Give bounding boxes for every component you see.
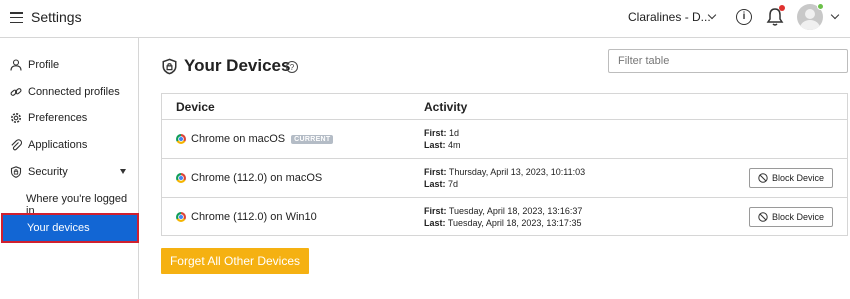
- chrome-icon: [176, 173, 186, 183]
- table-row: Chrome on macOS CURRENT First: 1d Last: …: [162, 119, 847, 158]
- online-status-dot: [817, 3, 824, 10]
- last-label: Last:: [424, 140, 446, 150]
- account-switcher[interactable]: Claralines - D...: [628, 10, 711, 24]
- devices-table: Device Activity Chrome on macOS CURRENT …: [161, 93, 848, 236]
- column-header-device: Device: [176, 100, 215, 114]
- block-icon: [758, 173, 768, 183]
- last-seen: 7d: [448, 179, 459, 189]
- current-badge: CURRENT: [291, 134, 334, 144]
- block-device-label: Block Device: [771, 212, 825, 222]
- first-label: First:: [424, 206, 447, 216]
- top-bar: Settings Claralines - D... i: [0, 0, 850, 38]
- shield-icon: [162, 58, 177, 75]
- device-cell: Chrome (112.0) on macOS: [176, 172, 322, 184]
- activity-cell: First: Tuesday, April 18, 2023, 13:16:37…: [424, 205, 582, 229]
- block-device-button[interactable]: Block Device: [749, 207, 833, 227]
- device-cell: Chrome on macOS CURRENT: [176, 133, 334, 145]
- sidebar-item-applications[interactable]: Applications: [0, 135, 139, 155]
- device-name: Chrome on macOS: [191, 133, 286, 145]
- sidebar-item-label: Security: [28, 166, 68, 178]
- activity-cell: First: Thursday, April 13, 2023, 10:11:0…: [424, 166, 585, 190]
- first-label: First:: [424, 167, 447, 177]
- sidebar-subitem-your-devices[interactable]: Your devices: [1, 213, 139, 243]
- shield-icon: [10, 166, 22, 178]
- sidebar-item-profile[interactable]: Profile: [0, 55, 139, 75]
- device-cell: Chrome (112.0) on Win10: [176, 211, 317, 223]
- block-device-button[interactable]: Block Device: [749, 168, 833, 188]
- table-row: Chrome (112.0) on macOS First: Thursday,…: [162, 158, 847, 197]
- sidebar-item-label: Connected profiles: [28, 86, 120, 98]
- device-name: Chrome (112.0) on Win10: [191, 211, 317, 223]
- last-seen: 4m: [448, 140, 461, 150]
- sidebar-item-security[interactable]: Security: [0, 162, 139, 182]
- link-icon: [10, 88, 22, 96]
- table-row: Chrome (112.0) on Win10 First: Tuesday, …: [162, 197, 847, 236]
- sidebar-item-connected-profiles[interactable]: Connected profiles: [0, 82, 139, 102]
- user-menu-chevron-down-icon[interactable]: [830, 10, 840, 20]
- last-label: Last:: [424, 179, 446, 189]
- column-header-activity: Activity: [424, 100, 468, 114]
- sidebar-item-label: Applications: [28, 139, 88, 151]
- sidebar-item-label: Preferences: [28, 112, 88, 124]
- caret-down-icon[interactable]: [120, 169, 126, 174]
- forget-all-other-devices-button[interactable]: Forget All Other Devices: [161, 248, 309, 274]
- device-name: Chrome (112.0) on macOS: [191, 172, 323, 184]
- person-icon: [10, 59, 22, 71]
- sidebar-item-preferences[interactable]: Preferences: [0, 108, 139, 128]
- page-title: Your Devices: [184, 56, 291, 75]
- first-seen: Tuesday, April 18, 2023, 13:16:37: [448, 206, 583, 216]
- chrome-icon: [176, 212, 186, 222]
- info-icon[interactable]: i: [736, 9, 752, 25]
- last-label: Last:: [424, 218, 446, 228]
- first-seen: Thursday, April 13, 2023, 10:11:03: [448, 167, 586, 177]
- chrome-icon: [176, 134, 186, 144]
- hamburger-menu-icon[interactable]: [10, 12, 23, 24]
- first-seen: 1d: [449, 128, 460, 138]
- last-seen: Tuesday, April 18, 2023, 13:17:35: [447, 218, 582, 228]
- paperclip-icon: [11, 139, 22, 151]
- gear-icon: [11, 113, 21, 123]
- first-label: First:: [424, 128, 447, 138]
- app-title: Settings: [31, 9, 82, 25]
- help-icon[interactable]: ?: [286, 61, 298, 73]
- block-device-label: Block Device: [771, 173, 825, 183]
- sidebar: Profile Connected profiles Preferences A…: [0, 38, 139, 299]
- activity-cell: First: 1d Last: 4m: [424, 127, 461, 151]
- sidebar-item-label: Profile: [28, 59, 60, 71]
- filter-table-input[interactable]: [608, 49, 848, 73]
- block-icon: [758, 212, 768, 222]
- notification-badge: [779, 5, 785, 11]
